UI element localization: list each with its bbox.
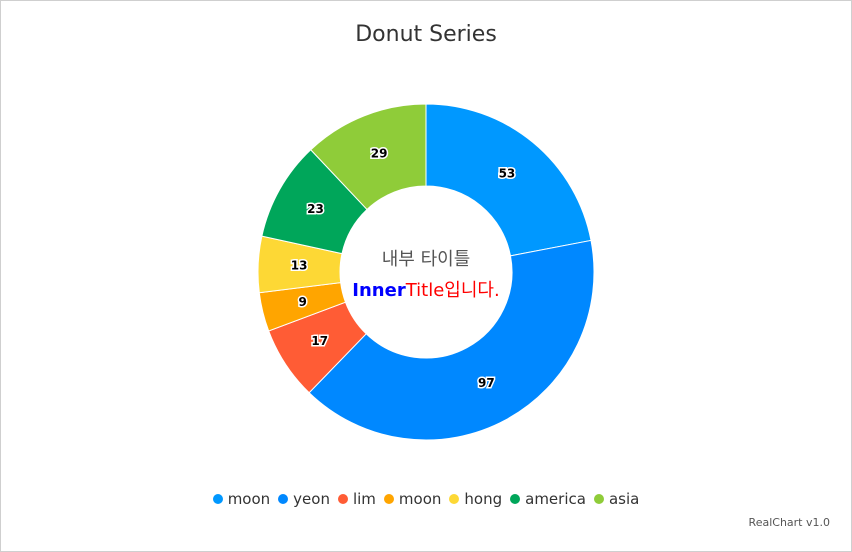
legend-item-moon-0[interactable]: moon <box>212 490 271 508</box>
slice-value-label-2: 17 <box>311 334 328 348</box>
slice-value-label-3: 9 <box>298 295 306 309</box>
slice-value-label-1: 97 <box>478 376 495 390</box>
legend-item-yeon-1[interactable]: yeon <box>278 490 330 508</box>
legend-marker-icon <box>337 494 348 504</box>
legend-label: hong <box>464 490 503 508</box>
legend-marker-icon <box>278 494 289 504</box>
inner-subtitle: InnerTitle입니다. <box>326 276 526 302</box>
legend-label: lim <box>352 490 376 508</box>
legend-marker-icon <box>593 494 604 504</box>
inner-title: 내부 타이틀 <box>381 249 471 270</box>
legend-label: moon <box>398 490 442 508</box>
legend-label: america <box>525 490 586 508</box>
legend-label: moon <box>227 490 271 508</box>
chart-legend: moon yeon lim moon hong america asia <box>0 490 852 508</box>
legend-marker-icon <box>212 494 223 504</box>
inner-subtitle-suffix: 입니다. <box>444 280 500 301</box>
legend-label: asia <box>608 490 640 508</box>
slice-value-label-4: 13 <box>291 259 308 273</box>
inner-subtitle-title: Title <box>405 280 445 301</box>
slice-value-label-0: 53 <box>499 167 516 181</box>
legend-item-asia-6[interactable]: asia <box>593 490 640 508</box>
legend-marker-icon <box>449 494 460 504</box>
legend-marker-icon <box>383 494 394 504</box>
legend-item-moon-3[interactable]: moon <box>383 490 442 508</box>
legend-item-lim-2[interactable]: lim <box>337 490 376 508</box>
slice-value-label-5: 23 <box>307 202 324 216</box>
legend-item-america-5[interactable]: america <box>510 490 586 508</box>
credits[interactable]: RealChart v1.0 <box>749 516 830 529</box>
inner-subtitle-inner: Inner <box>352 280 406 301</box>
legend-label: yeon <box>293 490 330 508</box>
legend-item-hong-4[interactable]: hong <box>449 490 502 508</box>
legend-marker-icon <box>510 494 521 504</box>
slice-value-label-6: 29 <box>371 146 388 160</box>
